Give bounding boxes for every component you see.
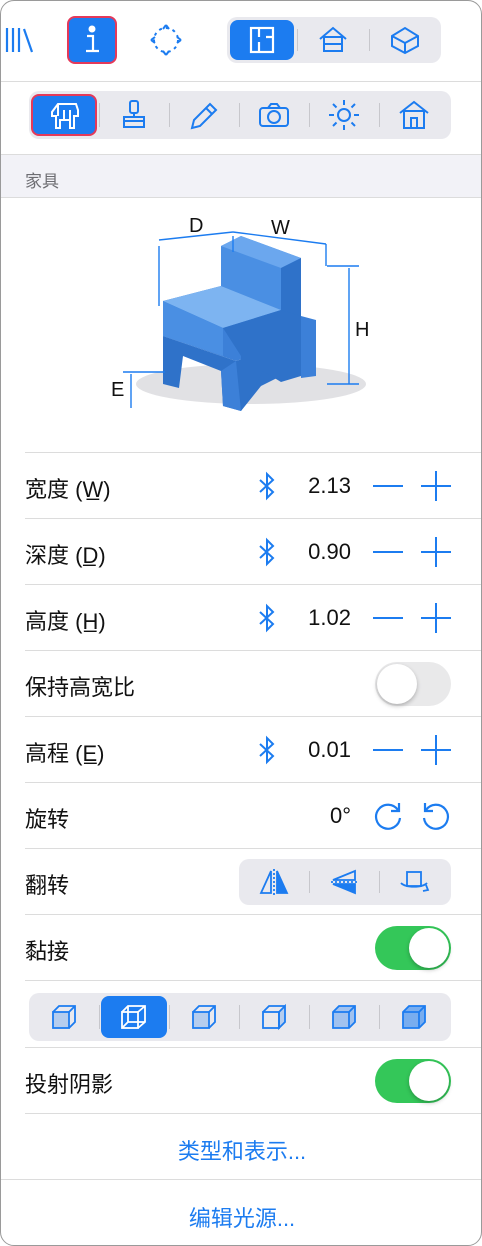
depth-label: 深度 (D̲)	[25, 543, 106, 568]
width-row: 宽度 (W̲) 2.13	[25, 453, 481, 519]
width-increment-button[interactable]	[421, 471, 451, 501]
depth-decrement-button[interactable]	[373, 551, 403, 553]
rotation-value[interactable]: 0°	[291, 803, 351, 829]
snap-toggle[interactable]	[375, 926, 451, 970]
height-decrement-button[interactable]	[373, 617, 403, 619]
cube-front-icon[interactable]	[31, 996, 97, 1038]
depth-value[interactable]: 0.90	[291, 539, 351, 565]
flip-label: 翻转	[25, 873, 70, 898]
flip-rotate-icon[interactable]	[381, 862, 447, 902]
view-mode-segmented	[227, 17, 441, 63]
elevation-row: 高程 (E̲) 0.01	[25, 717, 481, 783]
width-label: 宽度 (W̲)	[25, 477, 111, 502]
flip-segmented	[239, 859, 451, 905]
rotation-label: 旋转	[25, 807, 70, 832]
keep-ratio-label: 保持高宽比	[25, 675, 136, 700]
cast-shadow-label: 投射阴影	[25, 1072, 114, 1097]
box-view-segmented	[29, 993, 451, 1041]
bluetooth-icon[interactable]	[257, 735, 277, 770]
house-3d-icon[interactable]	[373, 20, 437, 60]
keep-ratio-row: 保持高宽比	[25, 651, 481, 717]
dimension-label-d: D	[189, 215, 203, 237]
type-and-display-row[interactable]: 类型和表示...	[1, 1114, 481, 1180]
edit-lights-row[interactable]: 编辑光源...	[1, 1181, 481, 1245]
cast-shadow-toggle[interactable]	[375, 1059, 451, 1103]
dimension-label-e: E	[111, 379, 124, 401]
section-title: 家具	[25, 172, 59, 191]
height-value[interactable]: 1.02	[291, 605, 351, 631]
inspector-panel: 家具 D W H E 宽度 (W̲) 2.13 深度 (D̲) 0.90 高度 …	[0, 0, 482, 1246]
cube-left-icon[interactable]	[171, 996, 237, 1038]
floorplan-icon[interactable]	[230, 20, 294, 60]
elevation-decrement-button[interactable]	[373, 749, 403, 751]
top-toolbar	[1, 1, 481, 81]
height-row: 高度 (H̲) 1.02	[25, 585, 481, 651]
keep-ratio-toggle[interactable]	[375, 662, 451, 706]
width-decrement-button[interactable]	[373, 485, 403, 487]
type-and-display-link[interactable]: 类型和表示...	[1, 1134, 481, 1166]
furniture-icon[interactable]	[31, 94, 97, 136]
sun-icon[interactable]	[311, 94, 377, 136]
camera-icon[interactable]	[241, 94, 307, 136]
height-label: 高度 (H̲)	[25, 609, 106, 634]
snap-label: 黏接	[25, 939, 70, 964]
depth-increment-button[interactable]	[421, 537, 451, 567]
bluetooth-icon[interactable]	[257, 471, 277, 506]
bluetooth-icon[interactable]	[257, 603, 277, 638]
edit-lights-link[interactable]: 编辑光源...	[1, 1201, 481, 1233]
rotate-counterclockwise-icon[interactable]	[419, 799, 453, 838]
paint-brush-icon[interactable]	[101, 94, 167, 136]
cube-dotted-icon[interactable]	[311, 996, 377, 1038]
rotate-clockwise-icon[interactable]	[371, 799, 405, 838]
elevation-label: 高程 (E̲)	[25, 741, 105, 766]
center-view-icon[interactable]	[147, 21, 185, 59]
rotation-row: 旋转 0°	[25, 783, 481, 849]
furniture-dimensions-illustration: D W H E	[101, 206, 391, 421]
cube-selected-icon[interactable]	[101, 996, 167, 1038]
info-icon[interactable]	[67, 16, 117, 64]
library-icon[interactable]	[3, 23, 37, 57]
depth-row: 深度 (D̲) 0.90	[25, 519, 481, 585]
house-icon[interactable]	[381, 94, 447, 136]
category-segmented	[29, 91, 451, 139]
elevation-increment-button[interactable]	[421, 735, 451, 765]
flip-vertical-icon[interactable]	[311, 862, 377, 902]
flip-horizontal-icon[interactable]	[241, 862, 307, 902]
flip-row: 翻转	[25, 849, 481, 915]
pencil-icon[interactable]	[171, 94, 237, 136]
elevation-value[interactable]: 0.01	[291, 737, 351, 763]
cube-right-icon[interactable]	[241, 996, 307, 1038]
cube-shaded-icon[interactable]	[381, 996, 447, 1038]
width-value[interactable]: 2.13	[291, 473, 351, 499]
snap-row: 黏接	[25, 915, 481, 981]
cast-shadow-row: 投射阴影	[25, 1048, 481, 1114]
dimension-label-w: W	[271, 217, 290, 239]
bluetooth-icon[interactable]	[257, 537, 277, 572]
house-front-icon[interactable]	[301, 20, 365, 60]
dimension-label-h: H	[355, 319, 369, 341]
section-header: 家具	[1, 154, 481, 198]
height-increment-button[interactable]	[421, 603, 451, 633]
